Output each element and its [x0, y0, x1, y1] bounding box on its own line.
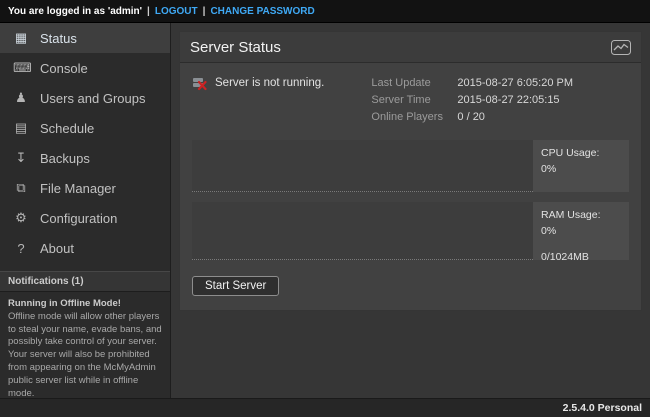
schedule-icon: ▤: [13, 120, 29, 136]
ram-usage-chart: [192, 202, 533, 260]
logged-in-text: You are logged in as 'admin': [8, 6, 142, 17]
sidebar-item-status[interactable]: ▦ Status: [0, 23, 170, 53]
notifications-header[interactable]: Notifications (1): [0, 271, 170, 292]
notification-message: Running in Offline Mode! Offline mode wi…: [0, 292, 170, 407]
sidebar-item-schedule[interactable]: ▤ Schedule: [0, 113, 170, 143]
cpu-usage-value: 0%: [541, 163, 556, 175]
logout-link[interactable]: LOGOUT: [155, 6, 198, 17]
question-icon: ?: [13, 241, 29, 256]
status-icon: ▦: [13, 30, 29, 46]
sidebar-item-file-manager[interactable]: ⧉ File Manager: [0, 173, 170, 203]
sidebar-item-about[interactable]: ? About: [0, 233, 170, 263]
sidebar-item-label: Users and Groups: [40, 91, 146, 106]
console-icon: ⌨: [13, 60, 29, 76]
version-text: 2.5.4.0 Personal: [563, 402, 642, 414]
cpu-usage-meter: CPU Usage: 0%: [192, 140, 629, 192]
server-status-panel: Server Status: [179, 31, 642, 311]
ram-usage-detail: 0/1024MB: [541, 250, 621, 266]
info-label: Online Players: [371, 109, 457, 126]
sidebar-item-label: Backups: [40, 151, 90, 166]
info-value: 2015-08-27 6:05:20 PM: [457, 75, 573, 92]
status-row: Server is not running. Last Update 2015-…: [180, 63, 641, 128]
info-row-online-players: Online Players 0 / 20: [371, 109, 573, 126]
ram-usage-label-box: RAM Usage: 0% 0/1024MB: [533, 202, 629, 260]
ram-usage-value: 0%: [541, 225, 556, 237]
info-label: Server Time: [371, 92, 457, 109]
sidebar-item-label: Configuration: [40, 211, 117, 226]
cpu-usage-label: CPU Usage:: [541, 147, 599, 159]
sidebar: ▦ Status ⌨ Console ♟ Users and Groups ▤ …: [0, 23, 171, 398]
topbar: You are logged in as 'admin' | LOGOUT | …: [0, 0, 650, 23]
info-row-last-update: Last Update 2015-08-27 6:05:20 PM: [371, 75, 573, 92]
cpu-usage-label-box: CPU Usage: 0%: [533, 140, 629, 192]
sidebar-item-configuration[interactable]: ⚙ Configuration: [0, 203, 170, 233]
gear-icon: ⚙: [13, 210, 29, 226]
panel-header: Server Status: [180, 32, 641, 63]
sidebar-item-users-and-groups[interactable]: ♟ Users and Groups: [0, 83, 170, 113]
notification-body-text: Offline mode will allow other players to…: [8, 311, 162, 399]
info-value: 0 / 20: [457, 109, 485, 126]
change-password-link[interactable]: CHANGE PASSWORD: [210, 6, 314, 17]
sidebar-item-label: Console: [40, 61, 88, 76]
server-info-table: Last Update 2015-08-27 6:05:20 PM Server…: [371, 75, 573, 126]
info-label: Last Update: [371, 75, 457, 92]
sidebar-item-label: Schedule: [40, 121, 94, 136]
separator: |: [147, 6, 150, 17]
backups-icon: ↧: [13, 150, 29, 166]
server-stopped-icon: [192, 77, 207, 94]
sidebar-item-console[interactable]: ⌨ Console: [0, 53, 170, 83]
info-row-server-time: Server Time 2015-08-27 22:05:15: [371, 92, 573, 109]
separator: |: [203, 6, 206, 17]
body-row: ▦ Status ⌨ Console ♟ Users and Groups ▤ …: [0, 23, 650, 398]
ram-usage-meter: RAM Usage: 0% 0/1024MB: [192, 202, 629, 260]
file-manager-icon: ⧉: [13, 180, 29, 196]
main-area: Server Status: [171, 23, 650, 398]
sidebar-item-label: File Manager: [40, 181, 116, 196]
start-server-button[interactable]: Start Server: [192, 276, 279, 296]
notification-title: Running in Offline Mode!: [8, 298, 162, 311]
users-icon: ♟: [13, 90, 29, 106]
sidebar-item-label: About: [40, 241, 74, 256]
ram-usage-label: RAM Usage:: [541, 209, 601, 221]
sidebar-item-backups[interactable]: ↧ Backups: [0, 143, 170, 173]
mcmyadmin-window: You are logged in as 'admin' | LOGOUT | …: [0, 0, 650, 417]
server-status-message: Server is not running.: [192, 75, 324, 126]
status-text: Server is not running.: [215, 77, 324, 89]
info-value: 2015-08-27 22:05:15: [457, 92, 559, 109]
page-title: Server Status: [190, 39, 281, 56]
footer-bar: 2.5.4.0 Personal: [0, 398, 650, 417]
cpu-usage-chart: [192, 140, 533, 192]
sidebar-item-label: Status: [40, 31, 77, 46]
performance-graph-icon[interactable]: [611, 40, 631, 55]
